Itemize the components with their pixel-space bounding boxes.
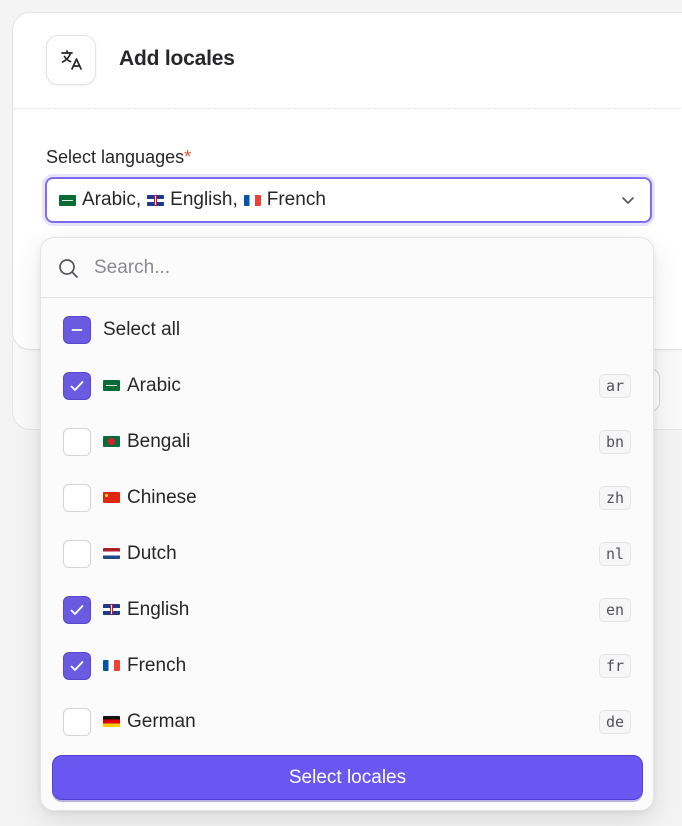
select-locales-button[interactable]: Select locales [52,755,643,800]
check-icon [70,381,84,391]
dialog-title: Add locales [119,47,235,70]
select-all-checkbox[interactable] [63,316,91,344]
option-checkbox[interactable] [63,652,91,680]
option-english[interactable]: English en [41,582,653,638]
netherlands-flag-icon [103,548,120,559]
france-flag-icon [103,660,120,671]
check-icon [70,661,84,671]
locale-code-badge: ar [598,374,631,398]
locale-code-badge: en [598,598,631,622]
option-label: Bengali [127,431,191,452]
option-german[interactable]: German de [41,694,653,750]
minus-icon [71,329,83,331]
option-label: French [127,655,187,676]
option-chinese[interactable]: Chinese zh [41,470,653,526]
locale-code-badge: bn [598,430,631,454]
bangladesh-flag-icon [103,436,120,447]
field-label: Select languages* [46,147,191,168]
option-label: Dutch [127,543,177,564]
language-dropdown: Select all Arabic ar Bengali bn Chinese … [40,237,654,811]
locale-code-badge: fr [598,654,631,678]
required-mark: * [184,147,192,167]
locale-code-badge: nl [598,542,631,566]
select-all-label: Select all [103,319,181,340]
separator: , [135,189,142,210]
option-bengali[interactable]: Bengali bn [41,414,653,470]
option-label: English [127,599,190,620]
option-checkbox[interactable] [63,428,91,456]
germany-flag-icon [103,716,120,727]
field-label-text: Select languages [46,147,185,167]
option-checkbox[interactable] [63,540,91,568]
dialog-header: Add locales [13,13,682,109]
search-icon [58,258,79,284]
uk-flag-icon [147,194,165,206]
search-row [41,238,653,298]
china-flag-icon [103,492,120,503]
language-select[interactable]: Arabic, English, French [45,177,652,223]
uk-flag-icon [103,604,120,615]
selected-value: French [266,189,326,210]
saudi-flag-icon [103,380,120,391]
option-label: German [127,711,196,732]
search-input[interactable] [94,252,634,284]
france-flag-icon [243,194,261,206]
option-label: Chinese [127,487,197,508]
selected-value: Arabic [82,189,136,210]
option-checkbox[interactable] [63,708,91,736]
selected-value: English [170,189,233,210]
separator: , [232,189,238,210]
locale-code-badge: de [598,710,631,734]
saudi-flag-icon [59,194,76,206]
check-icon [70,605,84,615]
translate-icon [46,35,96,85]
option-checkbox[interactable] [63,484,91,512]
option-arabic[interactable]: Arabic ar [41,358,653,414]
option-french[interactable]: French fr [41,638,653,694]
option-label: Arabic [127,375,181,396]
chevron-down-icon [620,192,636,214]
locale-code-badge: zh [598,486,631,510]
select-all-option[interactable]: Select all [41,302,653,358]
option-dutch[interactable]: Dutch nl [41,526,653,582]
option-checkbox[interactable] [63,596,91,624]
option-checkbox[interactable] [63,372,91,400]
